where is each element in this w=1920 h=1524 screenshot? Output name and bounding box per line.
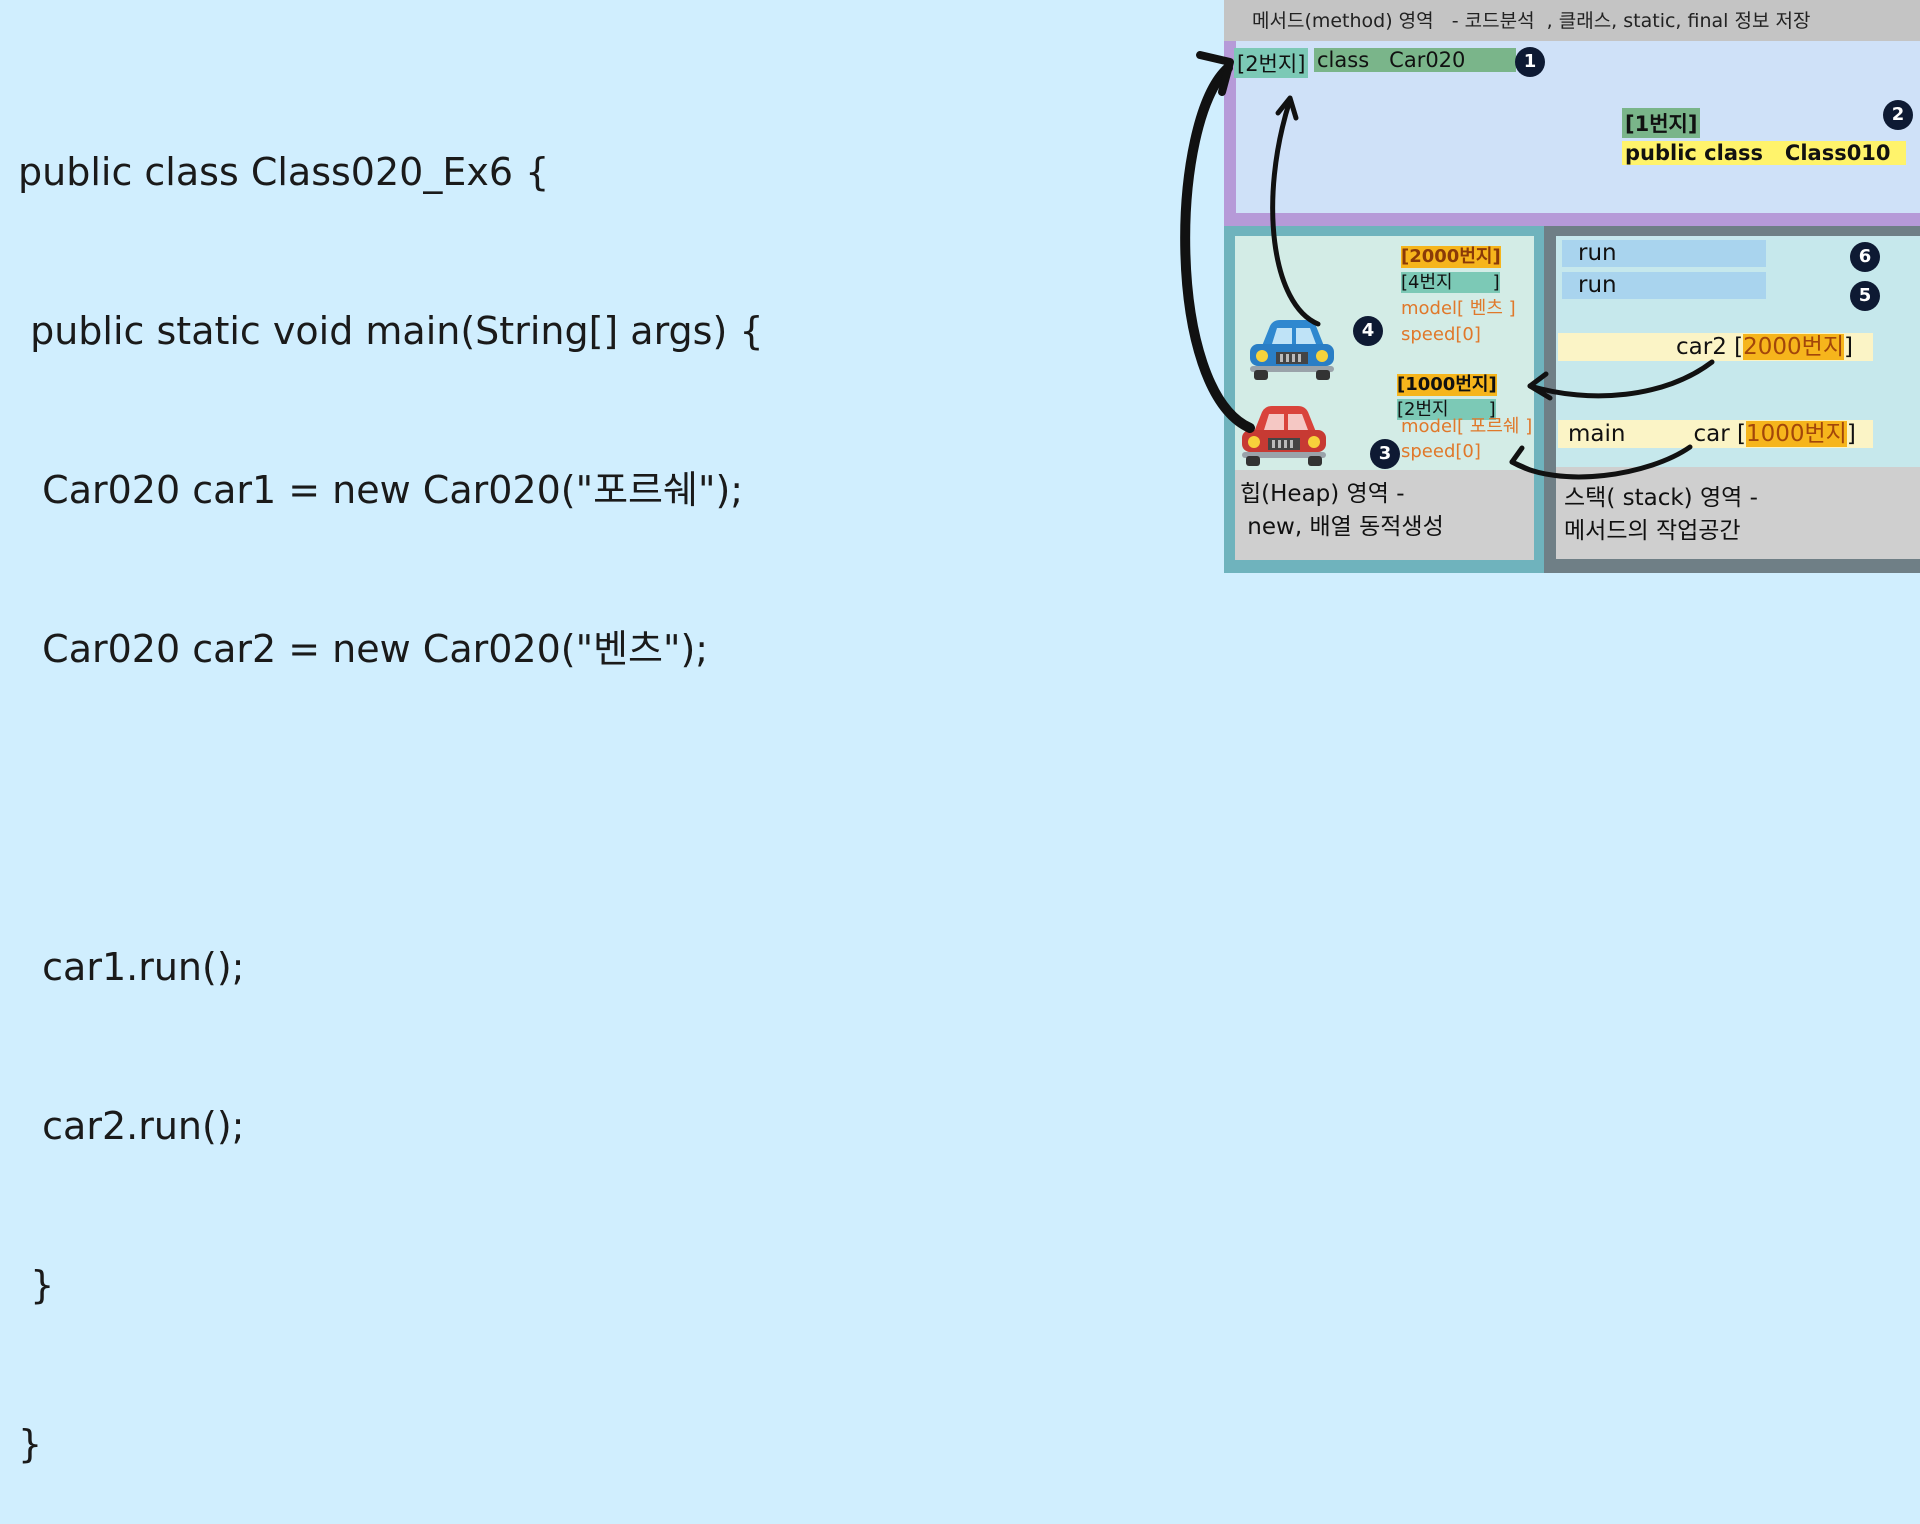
step-badge-2: 2 [1883,100,1913,130]
step-badge-3: 3 [1370,439,1400,469]
car2-to-heap-arrow [1527,359,1715,399]
reference-arrows [1180,51,1715,480]
code-line: } [18,1263,55,1307]
step-badge-6: 6 [1850,242,1880,272]
red-car-to-class-arrow [1180,63,1255,433]
step-badge-4: 4 [1353,316,1383,346]
step-badge-5: 5 [1850,281,1880,311]
blue-car-to-class-arrow [1270,97,1321,327]
code-line: car2.run(); [18,1104,245,1148]
car-to-heap-arrow [1509,444,1693,480]
code-line: } [18,1422,43,1466]
step-badge-1: 1 [1515,47,1545,77]
